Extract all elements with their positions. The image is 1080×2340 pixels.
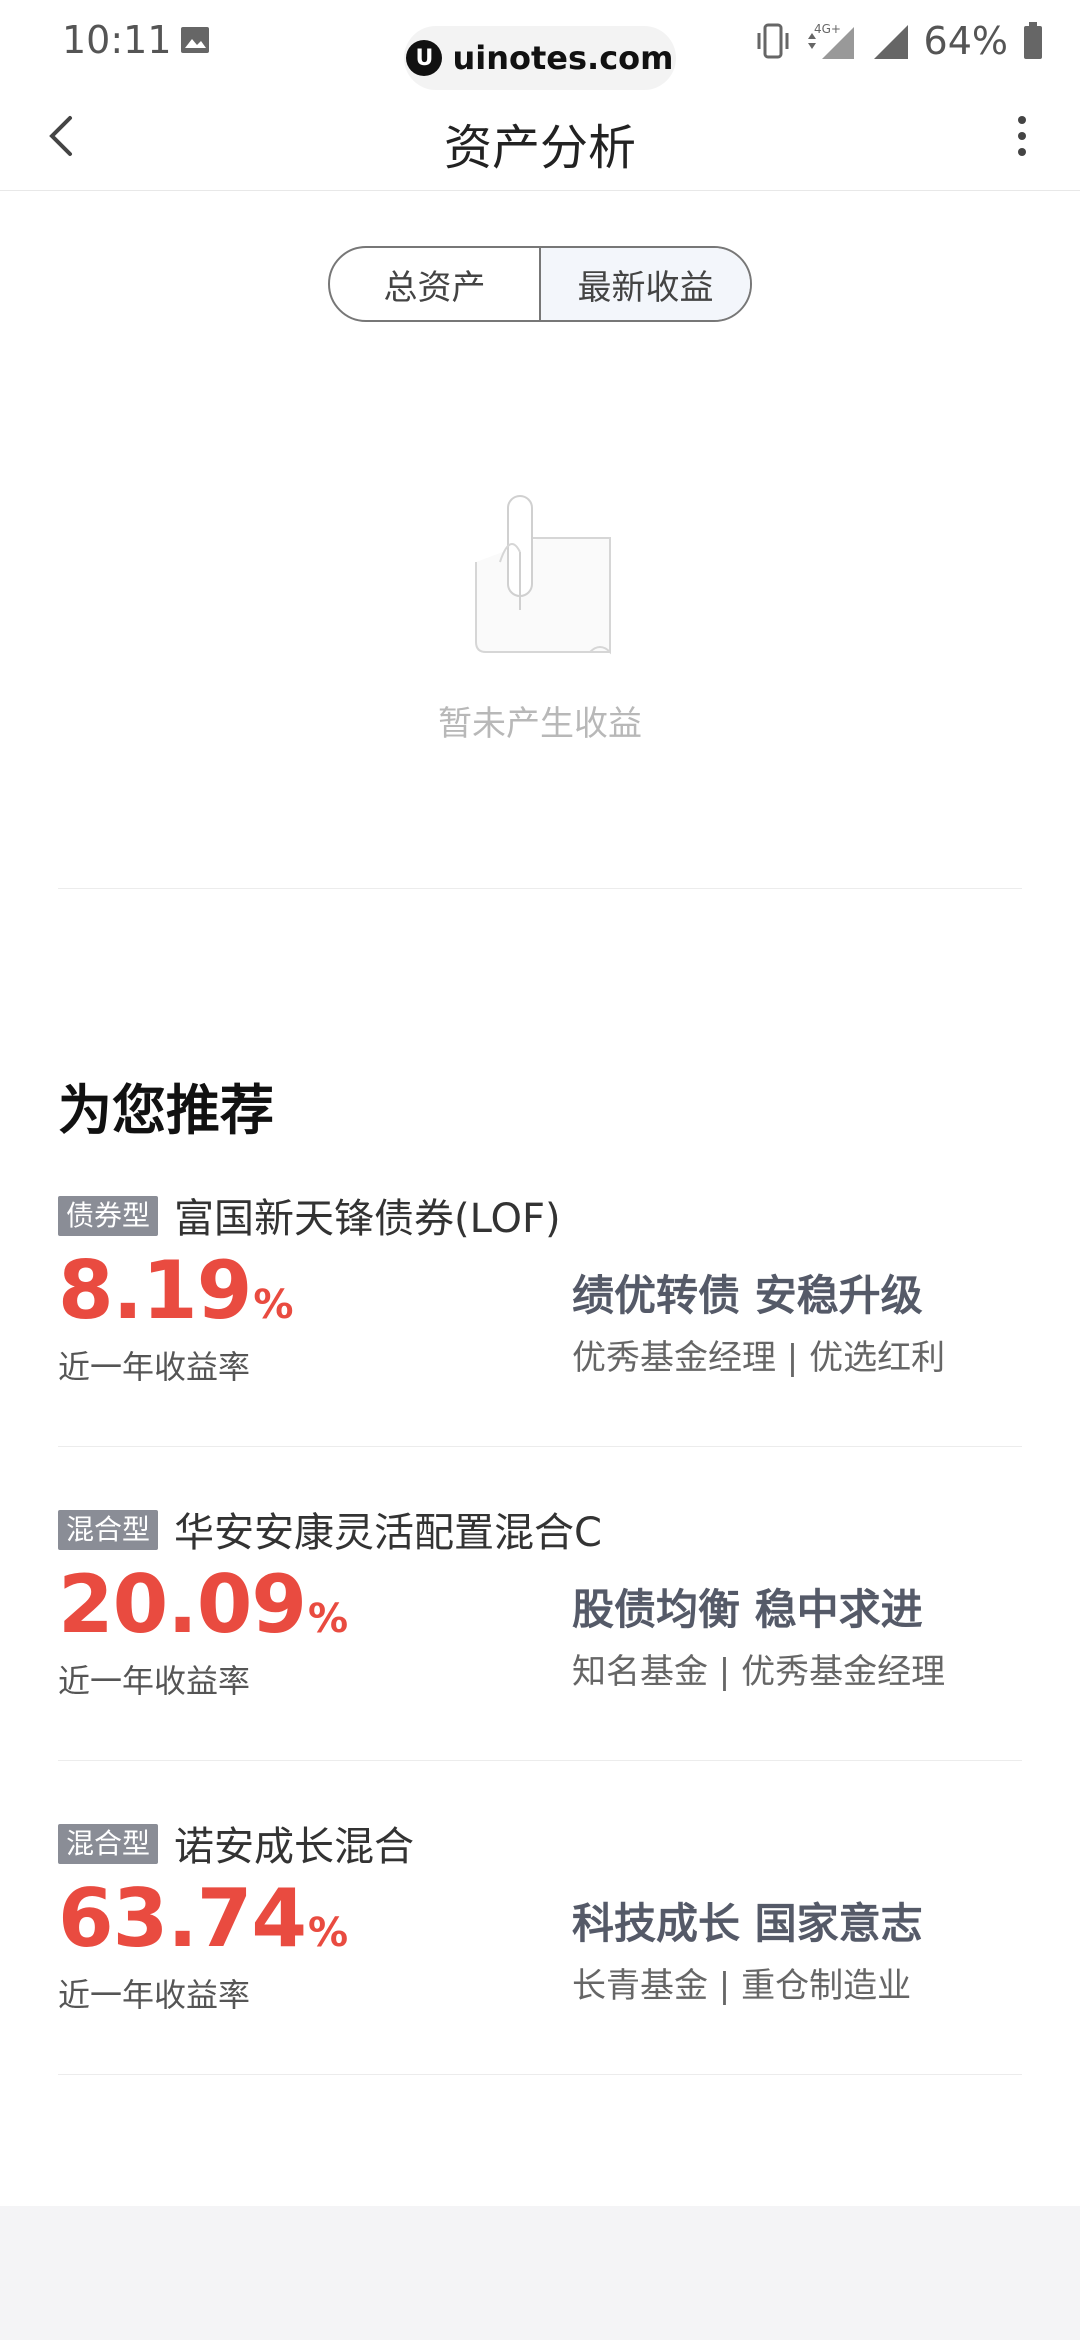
fund-rate-unit: % xyxy=(308,1596,348,1642)
fund-rate-value: 20.09 xyxy=(58,1558,307,1651)
more-options-icon[interactable] xyxy=(994,108,1050,164)
fund-rate-label: 近一年收益率 xyxy=(58,1348,251,1386)
fund-rate-unit: % xyxy=(308,1910,348,1956)
divider xyxy=(58,888,1022,889)
signal-icon xyxy=(873,25,908,59)
tab-latest-earnings[interactable]: 最新收益 xyxy=(539,248,750,320)
bottom-area xyxy=(0,2206,1080,2340)
fund-rate-unit: % xyxy=(253,1282,293,1328)
fund-type-badge: 混合型 xyxy=(58,1510,159,1550)
fund-return-rate: 63.74% xyxy=(58,1872,348,1978)
top-app-bar: 资产分析 xyxy=(0,82,1080,191)
watermark-logo-icon: U xyxy=(406,40,443,76)
watermark-text: uinotes.com xyxy=(452,39,674,77)
fund-return-rate: 8.19% xyxy=(58,1244,293,1350)
recommend-title: 为您推荐 xyxy=(58,1079,274,1142)
divider xyxy=(58,1446,1022,1447)
fund-rate-label: 近一年收益率 xyxy=(58,1662,251,1700)
divider xyxy=(58,2074,1022,2075)
status-icons: 4G+ 64% xyxy=(756,16,1044,66)
fund-card[interactable]: 债券型 富国新天锋债券(LOF) 8.19% 近一年收益率 绩优转债 安稳升级 … xyxy=(58,1176,1022,1492)
fund-headline: 科技成长 国家意志 xyxy=(572,1899,923,1948)
fund-name: 诺安成长混合 xyxy=(174,1824,414,1870)
battery-icon xyxy=(1024,22,1042,59)
fund-name: 富国新天锋债券(LOF) xyxy=(174,1196,561,1242)
fund-rate-label: 近一年收益率 xyxy=(58,1976,251,2014)
fund-subtitle: 知名基金 | 优秀基金经理 xyxy=(572,1652,946,1692)
battery-percent: 64% xyxy=(923,19,1008,63)
fund-rate-value: 8.19 xyxy=(58,1244,252,1337)
signal-4g-icon: 4G+ xyxy=(807,22,854,59)
fund-return-rate: 20.09% xyxy=(58,1558,348,1664)
divider xyxy=(58,1760,1022,1761)
empty-state-text: 暂未产生收益 xyxy=(438,704,642,744)
fund-card[interactable]: 混合型 诺安成长混合 63.74% 近一年收益率 科技成长 国家意志 长青基金 … xyxy=(58,1804,1022,2120)
empty-document-icon xyxy=(475,495,611,655)
asset-segmented-control: 总资产 最新收益 xyxy=(328,246,752,322)
tab-total-assets[interactable]: 总资产 xyxy=(330,248,539,320)
fund-headline: 绩优转债 安稳升级 xyxy=(572,1271,923,1320)
status-bar: 10:11 U uinotes.com 4G+ 64% xyxy=(0,0,1080,90)
page-title: 资产分析 xyxy=(443,120,636,176)
vibrate-icon xyxy=(757,23,789,59)
fund-headline: 股债均衡 稳中求进 xyxy=(572,1585,923,1634)
network-label: 4G+ xyxy=(814,22,841,36)
fund-card[interactable]: 混合型 华安安康灵活配置混合C 20.09% 近一年收益率 股债均衡 稳中求进 … xyxy=(58,1490,1022,1806)
fund-name: 华安安康灵活配置混合C xyxy=(174,1510,602,1556)
status-time: 10:11 xyxy=(62,18,172,62)
watermark: U uinotes.com xyxy=(404,26,676,90)
image-icon xyxy=(181,27,209,53)
fund-rate-value: 63.74 xyxy=(58,1872,307,1965)
fund-subtitle: 长青基金 | 重仓制造业 xyxy=(572,1966,912,2006)
fund-subtitle: 优秀基金经理 | 优选红利 xyxy=(572,1338,946,1378)
fund-type-badge: 债券型 xyxy=(58,1196,159,1236)
fund-type-badge: 混合型 xyxy=(58,1824,159,1864)
